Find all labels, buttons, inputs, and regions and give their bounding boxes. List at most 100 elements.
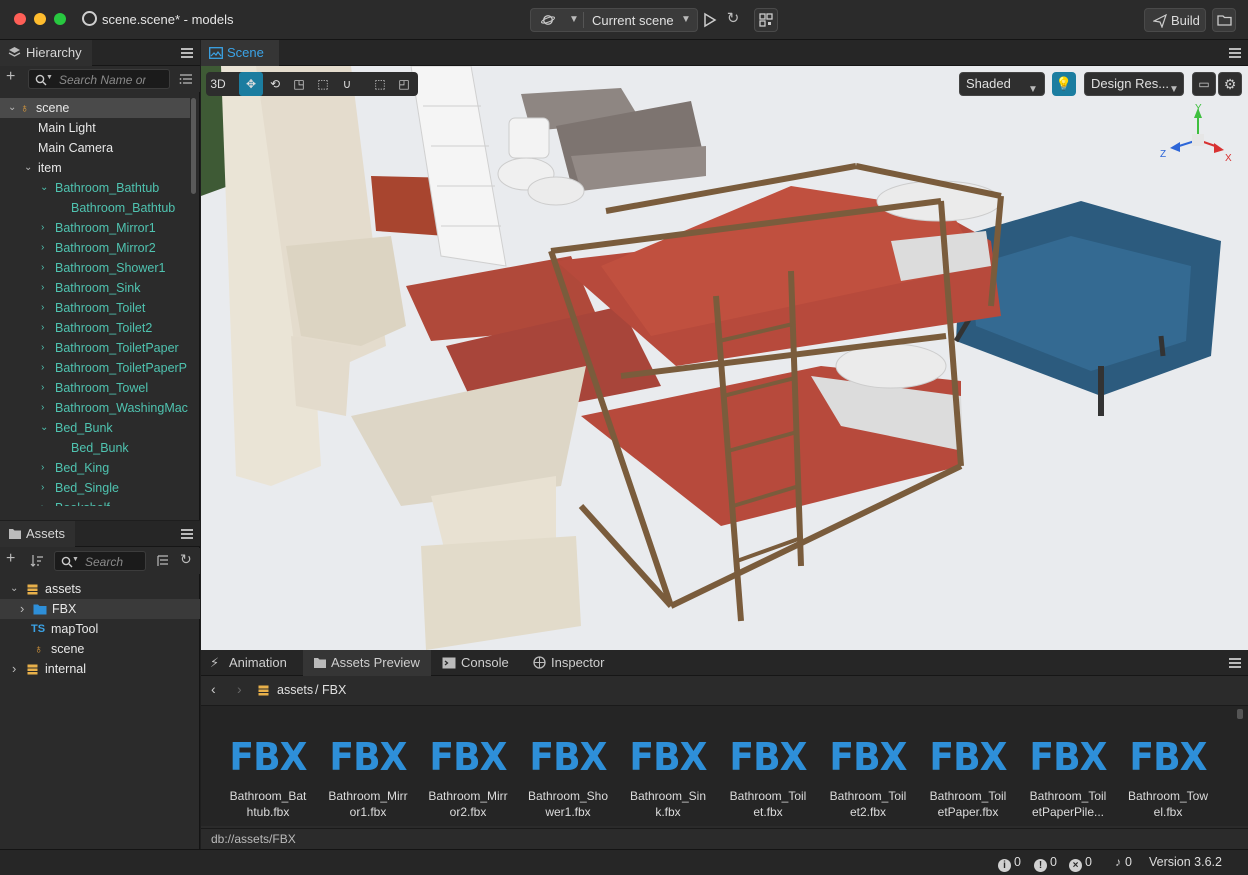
chevron-right-icon[interactable]: › — [41, 378, 44, 398]
tree-node-scene[interactable]: ⌄ ♁ scene — [0, 98, 190, 118]
chevron-right-icon[interactable]: › — [41, 298, 44, 318]
tree-node-bathroom-toilet[interactable]: › Bathroom_Toilet — [0, 298, 190, 318]
chevron-right-icon[interactable]: › — [41, 478, 44, 498]
asset-tile[interactable]: FBX Bathroom_Towel.fbx — [1123, 736, 1213, 826]
tree-node-main-camera[interactable]: Main Camera — [0, 138, 190, 158]
tree-node-bathroom-bathtub[interactable]: ⌄ Bathroom_Bathtub — [0, 178, 190, 198]
asset-node-assets[interactable]: ⌄ assets — [0, 579, 200, 599]
forward-arrow-icon[interactable]: › — [237, 681, 242, 697]
tree-node-bathroom-towel[interactable]: › Bathroom_Towel — [0, 378, 190, 398]
hierarchy-scrollbar[interactable] — [191, 98, 196, 194]
refresh-button[interactable]: ↻ — [722, 8, 744, 32]
tree-node-bathroom-bathtub-child[interactable]: Bathroom_Bathtub — [0, 198, 190, 218]
asset-tile[interactable]: FBX Bathroom_ToiletPaper.fbx — [923, 736, 1013, 826]
scene-menu-icon[interactable] — [1229, 48, 1241, 58]
tree-node-bathroom-shower1[interactable]: › Bathroom_Shower1 — [0, 258, 190, 278]
bottom-menu-icon[interactable] — [1229, 658, 1241, 668]
assets-menu-icon[interactable] — [181, 529, 193, 539]
chevron-right-icon[interactable]: › — [41, 258, 44, 278]
warning-count[interactable]: ! 0 — [1034, 855, 1057, 872]
breadcrumb-assets[interactable]: assets — [277, 683, 313, 697]
asset-node-fbx[interactable]: › FBX — [0, 599, 200, 619]
tree-node-bathroom-washingmachine[interactable]: › Bathroom_WashingMac — [0, 398, 190, 418]
chevron-right-icon[interactable]: › — [41, 278, 44, 298]
tree-node-item[interactable]: ⌄ item — [0, 158, 190, 178]
rect-tool-button[interactable]: ⬚ — [311, 72, 335, 96]
asset-tile[interactable]: FBX Bathroom_Shower1.fbx — [523, 736, 613, 826]
chevron-down-icon[interactable]: ⌄ — [24, 158, 32, 178]
tab-assets-preview[interactable]: Assets Preview — [303, 650, 431, 676]
move-tool-button[interactable]: ✥ — [239, 72, 263, 96]
open-folder-button[interactable] — [1212, 8, 1236, 32]
tab-animation[interactable]: ⚡ Animation — [201, 650, 301, 676]
chevron-right-icon[interactable]: › — [41, 498, 44, 506]
hierarchy-menu-icon[interactable] — [181, 48, 193, 58]
shading-dropdown[interactable]: Shaded ▼ — [959, 72, 1045, 96]
info-count[interactable]: i0 — [998, 855, 1021, 872]
chevron-right-icon[interactable]: › — [41, 238, 44, 258]
add-node-icon[interactable]: + — [6, 68, 15, 86]
asset-tile[interactable]: FBX Bathroom_Mirror1.fbx — [323, 736, 413, 826]
back-arrow-icon[interactable]: ‹ — [211, 681, 216, 697]
notification-count[interactable]: ♪ 0 — [1115, 855, 1132, 869]
chevron-right-icon[interactable]: › — [20, 599, 24, 619]
tree-node-bathroom-mirror1[interactable]: › Bathroom_Mirror1 — [0, 218, 190, 238]
gear-settings-button[interactable]: ⚙ — [1218, 72, 1242, 96]
magnet-tool-button[interactable]: ∪ — [335, 72, 359, 96]
tree-node-main-light[interactable]: Main Light — [0, 118, 190, 138]
refresh-icon[interactable]: ↻ — [180, 551, 192, 568]
chevron-right-icon[interactable]: › — [41, 398, 44, 418]
asset-tile[interactable]: FBX Bathroom_Bathtub.fbx — [223, 736, 313, 826]
qr-preview-button[interactable] — [754, 8, 778, 32]
asset-tile[interactable]: FBX Bathroom_Sink.fbx — [623, 736, 713, 826]
tree-node-bed-bunk-child[interactable]: Bed_Bunk — [0, 438, 190, 458]
close-window-button[interactable] — [14, 13, 26, 25]
pivot-toggle-button[interactable]: ⬚ — [368, 72, 392, 96]
asset-tile[interactable]: FBX Bathroom_Toilet.fbx — [723, 736, 813, 826]
chevron-down-icon[interactable]: ⌄ — [8, 98, 16, 118]
tab-inspector[interactable]: Inspector — [523, 650, 619, 676]
tree-node-bed-king[interactable]: › Bed_King — [0, 458, 190, 478]
minimize-window-button[interactable] — [34, 13, 46, 25]
tree-node-bookshelf[interactable]: › Bookshelf — [0, 498, 190, 506]
sort-icon[interactable] — [30, 554, 44, 568]
asset-node-internal[interactable]: › internal — [0, 659, 200, 679]
chevron-down-icon[interactable]: ⌄ — [40, 178, 48, 198]
asset-node-scene[interactable]: ♁ scene — [0, 639, 200, 659]
chevron-down-icon[interactable]: ⌄ — [10, 579, 18, 599]
camera-settings-button[interactable]: ▭ — [1192, 72, 1216, 96]
rotate-tool-button[interactable]: ⟲ — [263, 72, 287, 96]
tab-assets[interactable]: Assets — [0, 521, 76, 547]
scene-render[interactable] — [201, 66, 1248, 650]
chevron-right-icon[interactable]: › — [41, 318, 44, 338]
tree-node-bathroom-toiletpaper[interactable]: › Bathroom_ToiletPaper — [0, 338, 190, 358]
scene-viewport[interactable]: 3D ✥ ⟲ ◳ ⬚ ∪ ⬚ ◰ Shaded ▼ 💡 Design Res..… — [201, 66, 1248, 650]
scene-selector[interactable]: ▼ Current scene ▼ — [530, 8, 698, 32]
resolution-dropdown[interactable]: Design Res... ▼ — [1084, 72, 1184, 96]
tab-hierarchy[interactable]: Hierarchy — [0, 40, 92, 66]
chevron-right-icon[interactable]: › — [41, 338, 44, 358]
chevron-down-icon[interactable]: ⌄ — [40, 418, 48, 438]
asset-tile[interactable]: FBX Bathroom_Mirror2.fbx — [423, 736, 513, 826]
breadcrumb-fbx[interactable]: FBX — [322, 683, 346, 697]
add-asset-icon[interactable]: + — [6, 550, 15, 568]
build-button[interactable]: Build — [1144, 8, 1206, 32]
tree-node-bed-single[interactable]: › Bed_Single — [0, 478, 190, 498]
tab-console[interactable]: Console — [433, 650, 521, 676]
chevron-right-icon[interactable]: › — [41, 218, 44, 238]
chevron-right-icon[interactable]: › — [41, 458, 44, 478]
preview-scrollbar[interactable] — [1237, 709, 1243, 719]
tree-node-bathroom-toiletpaperpile[interactable]: › Bathroom_ToiletPaperP — [0, 358, 190, 378]
tree-node-bed-bunk[interactable]: ⌄ Bed_Bunk — [0, 418, 190, 438]
chevron-right-icon[interactable]: › — [12, 659, 16, 679]
error-count[interactable]: × 0 — [1069, 855, 1092, 872]
tab-scene[interactable]: Scene — [201, 40, 279, 66]
collapse-all-icon[interactable] — [156, 554, 170, 568]
assets-search-input[interactable]: ▼ Search — [54, 551, 146, 571]
list-view-icon[interactable] — [179, 73, 193, 85]
lighting-toggle-button[interactable]: 💡 — [1052, 72, 1076, 96]
chevron-right-icon[interactable]: › — [41, 358, 44, 378]
zoom-window-button[interactable] — [54, 13, 66, 25]
play-button[interactable] — [700, 8, 720, 32]
asset-tile[interactable]: FBX Bathroom_ToiletPaperPile... — [1023, 736, 1113, 826]
